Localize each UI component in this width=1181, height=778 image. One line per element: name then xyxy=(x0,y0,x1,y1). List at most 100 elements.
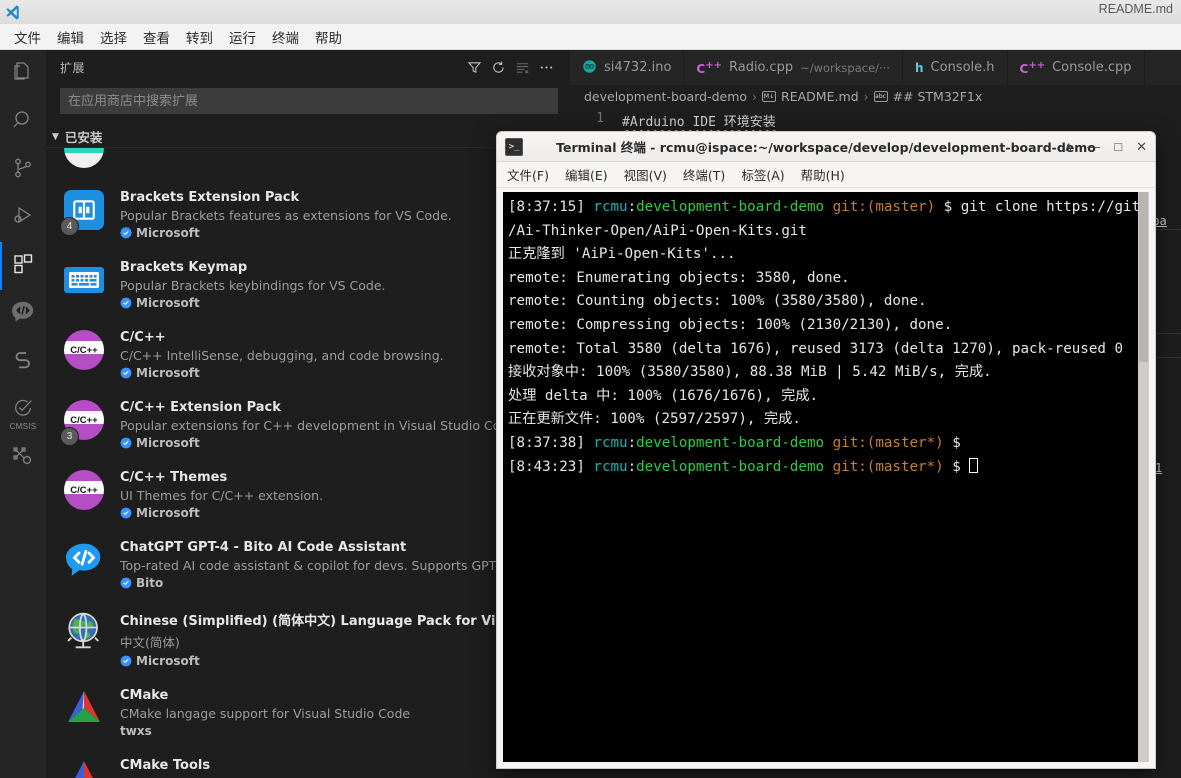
line-number: 1 xyxy=(596,111,604,126)
shade-button[interactable]: ∧ xyxy=(1064,140,1074,153)
terminal-menu-tabs[interactable]: 标签(A) xyxy=(741,165,784,184)
extension-publisher-row: twxs xyxy=(120,724,558,738)
jeff-hykin-icon xyxy=(64,148,104,168)
prompt-user: rcmu xyxy=(593,458,628,475)
extension-description: Popular Brackets keybindings for VS Code… xyxy=(120,278,386,293)
prompt-repo: development-board-demo xyxy=(636,458,825,475)
prompt-user: rcmu xyxy=(593,199,628,215)
editor-code-area[interactable]: 1 #Arduino IDE 环境安装 xyxy=(570,107,1181,130)
vscode-logo-icon xyxy=(0,0,24,24)
tab-console-h[interactable]: h Console.h xyxy=(903,50,1008,85)
menu-item-edit[interactable]: 编辑 xyxy=(49,25,92,49)
terminal-line: /Ai-Thinker-Open/AiPi-Open-Kits.git xyxy=(508,222,807,239)
menu-item-help[interactable]: 帮助 xyxy=(307,25,350,49)
list-item[interactable]: C/C++ 3 C/C++ Extension Pack Popular ext… xyxy=(46,390,570,460)
activity-item-platformio[interactable] xyxy=(0,338,46,386)
terminal-title-bar[interactable]: >_ Terminal 终端 - rcmu@ispace:~/workspace… xyxy=(497,132,1155,162)
extension-list[interactable]: Jeff Hykin 4 Brackets Extension P xyxy=(46,148,570,778)
prompt-git: git:(master*) xyxy=(832,458,944,475)
extension-description: C/C++ IntelliSense, debugging, and code … xyxy=(120,348,444,363)
menu-item-run[interactable]: 运行 xyxy=(221,25,264,49)
list-item[interactable]: ChatGPT GPT-4 - Bito AI Code Assistant T… xyxy=(46,530,570,600)
verified-badge-icon xyxy=(120,507,132,519)
terminal-menu-edit[interactable]: 编辑(E) xyxy=(565,165,608,184)
extension-publisher-row: Microsoft xyxy=(120,654,558,668)
activity-item-extensions[interactable] xyxy=(0,242,46,290)
extension-icon-wrapper: C/C++ 3 xyxy=(60,400,106,446)
terminal-scrollbar[interactable] xyxy=(1138,192,1149,762)
tab-path: ~/workspace/··· xyxy=(800,60,890,75)
terminal-menu-terminal[interactable]: 终端(T) xyxy=(683,165,725,184)
extension-name: ChatGPT GPT-4 - Bito AI Code Assistant xyxy=(120,540,407,555)
list-item[interactable]: CMake CMake langage support for Visual S… xyxy=(46,678,570,748)
menu-item-select[interactable]: 选择 xyxy=(92,25,135,49)
activity-item-embedded-tools[interactable] xyxy=(0,434,46,482)
activity-item-explorer[interactable] xyxy=(0,50,46,98)
extension-description: UI Themes for C/C++ extension. xyxy=(120,488,324,503)
terminal-menu-view[interactable]: 视图(V) xyxy=(624,165,667,184)
search-input-wrapper[interactable] xyxy=(60,88,558,114)
extension-icon-wrapper xyxy=(64,148,106,170)
menu-item-go[interactable]: 转到 xyxy=(178,25,221,49)
sidebar-header: 扩展 xyxy=(46,50,570,85)
tab-radio-cpp[interactable]: C++ Radio.cpp ~/workspace/··· xyxy=(684,50,903,85)
list-item[interactable]: C/C++ C/C++ Themes UI Themes for C/C++ e… xyxy=(46,460,570,530)
terminal-scrollbar-thumb[interactable] xyxy=(1139,192,1148,362)
search-input[interactable] xyxy=(68,93,550,109)
installed-section-header[interactable]: ▼ 已安装 xyxy=(46,126,570,148)
list-item[interactable]: CMake Tools xyxy=(46,748,570,778)
extensions-icon xyxy=(11,252,35,281)
terminal-window[interactable]: >_ Terminal 终端 - rcmu@ispace:~/workspace… xyxy=(496,131,1156,769)
menu-item-view[interactable]: 查看 xyxy=(135,25,178,49)
activity-item-bito-ai[interactable] xyxy=(0,290,46,338)
breadcrumb-item-file[interactable]: README.md xyxy=(781,89,859,104)
menu-item-terminal[interactable]: 终端 xyxy=(264,25,307,49)
funnel-icon[interactable] xyxy=(462,57,486,79)
tab-si4732-ino[interactable]: si4732.ino xyxy=(570,50,685,85)
terminal-menu-help[interactable]: 帮助(H) xyxy=(801,165,845,184)
list-item[interactable]: C/C++ C/C++ C/C++ IntelliSense, debuggin… xyxy=(46,320,570,390)
breadcrumb[interactable]: development-board-demo › M↓ README.md › … xyxy=(570,85,1181,107)
globe-icon xyxy=(67,612,99,649)
list-item[interactable]: Brackets Keymap Popular Brackets keybind… xyxy=(46,250,570,320)
list-item[interactable]: 4 Brackets Extension Pack Popular Bracke… xyxy=(46,180,570,250)
extension-body: Brackets Keymap Popular Brackets keybind… xyxy=(120,260,558,310)
tab-label: Console.h xyxy=(930,60,995,75)
search-icon xyxy=(11,108,35,137)
minimize-button[interactable]: — xyxy=(1087,140,1100,153)
clear-list-icon[interactable] xyxy=(510,57,534,79)
refresh-icon[interactable] xyxy=(486,57,510,79)
extension-icon-wrapper xyxy=(64,688,106,730)
ellipsis-icon[interactable] xyxy=(534,57,558,79)
cmake-icon xyxy=(68,691,100,722)
maximize-button[interactable]: □ xyxy=(1114,140,1122,153)
list-item[interactable]: Chinese (Simplified) (简体中文) Language Pac… xyxy=(46,600,570,678)
activity-item-run-and-debug[interactable] xyxy=(0,194,46,242)
list-item[interactable]: Jeff Hykin xyxy=(46,148,570,180)
header-file-icon: h xyxy=(915,60,924,75)
terminal-line: [8:37:15] rcmu:development-board-demo gi… xyxy=(508,196,1149,220)
activity-item-cmsis[interactable]: CMSIS xyxy=(0,386,46,434)
extensions-sidebar: 扩展 ▼ 已安装 xyxy=(46,50,570,778)
heading-icon: abc xyxy=(873,90,888,102)
activity-item-search[interactable] xyxy=(0,98,46,146)
terminal-line: remote: Enumerating objects: 3580, done. xyxy=(508,269,850,286)
terminal-line: 正克隆到 'AiPi-Open-Kits'... xyxy=(508,246,736,263)
extension-publisher-row: Microsoft xyxy=(120,366,558,380)
prompt-dollar: $ xyxy=(952,434,961,451)
tab-label: Radio.cpp xyxy=(728,60,794,75)
extension-icon-wrapper: C/C++ xyxy=(64,330,106,372)
menu-item-file[interactable]: 文件 xyxy=(6,25,49,49)
cmake-icon xyxy=(75,761,93,778)
tab-console-cpp[interactable]: C++ Console.cpp xyxy=(1008,50,1145,85)
breadcrumb-item-symbol[interactable]: ## STM32F1x xyxy=(893,89,983,104)
terminal-output[interactable]: [8:37:15] rcmu:development-board-demo gi… xyxy=(503,192,1149,762)
close-button[interactable]: ✕ xyxy=(1136,140,1147,153)
activity-item-source-control[interactable] xyxy=(0,146,46,194)
prompt-user: rcmu xyxy=(593,434,628,451)
cpp-file-icon: C++ xyxy=(1019,59,1046,76)
breadcrumb-item-folder[interactable]: development-board-demo xyxy=(584,89,747,104)
bito-chat-icon xyxy=(10,299,36,330)
extension-publisher: Microsoft xyxy=(136,654,200,668)
terminal-menu-file[interactable]: 文件(F) xyxy=(507,165,549,184)
